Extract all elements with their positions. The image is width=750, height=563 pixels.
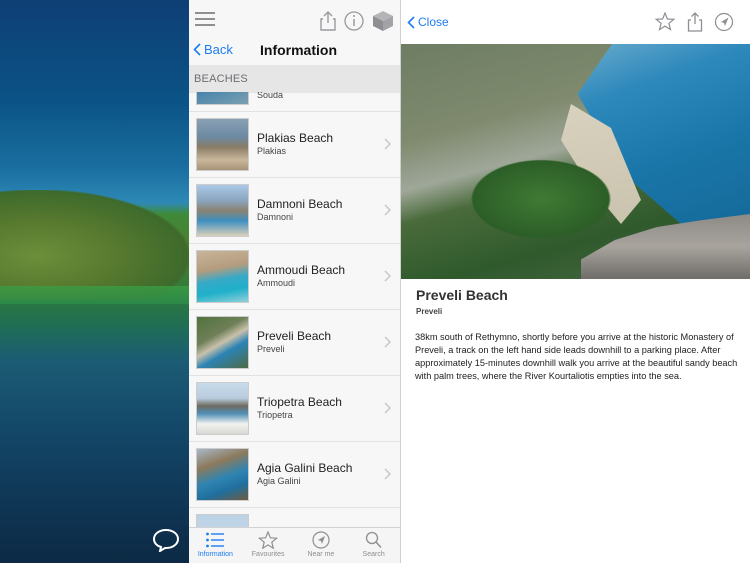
detail-description: 38km south of Rethymno, shortly before y… bbox=[415, 332, 738, 381]
item-title: Ammoudi Beach bbox=[257, 263, 346, 277]
list-item[interactable]: Agia Galini Beach Agia Galini bbox=[189, 442, 400, 508]
beach-thumbnail bbox=[196, 514, 249, 527]
location-icon[interactable] bbox=[714, 12, 734, 32]
tab-label: Favourites bbox=[251, 551, 285, 558]
hill-shape bbox=[0, 190, 189, 300]
tab-label: Information bbox=[197, 551, 233, 558]
tab-near-me[interactable]: Near me bbox=[295, 528, 348, 563]
close-label: Close bbox=[418, 15, 449, 29]
item-title: Damnoni Beach bbox=[257, 197, 343, 211]
share-icon[interactable] bbox=[317, 10, 339, 32]
item-subtitle: Triopetra bbox=[257, 410, 293, 420]
background-scenery bbox=[0, 0, 189, 563]
list-item[interactable]: Preveli Beach Preveli bbox=[189, 310, 400, 376]
list-item[interactable]: Plakias Beach Plakias bbox=[189, 112, 400, 178]
list-item[interactable]: Souda bbox=[189, 92, 400, 112]
hero-trees bbox=[461, 154, 621, 244]
star-icon[interactable] bbox=[655, 12, 675, 32]
beach-thumbnail bbox=[196, 382, 249, 435]
chevron-right-icon bbox=[384, 468, 391, 480]
beach-thumbnail bbox=[196, 184, 249, 237]
search-icon bbox=[365, 531, 382, 549]
list-panel: Back Information BEACHES Souda Plakias B… bbox=[189, 0, 401, 563]
tab-bar: Information Favourites Near me Search bbox=[189, 527, 400, 563]
beach-list: Souda Plakias Beach Plakias Damnoni Beac… bbox=[189, 92, 400, 527]
chevron-right-icon bbox=[384, 336, 391, 348]
item-title: Triopetra Beach bbox=[257, 395, 342, 409]
tab-label: Near me bbox=[307, 551, 335, 558]
list-item[interactable]: Triopetra Beach Triopetra bbox=[189, 376, 400, 442]
list-item[interactable]: Damnoni Beach Damnoni bbox=[189, 178, 400, 244]
tab-search[interactable]: Search bbox=[347, 528, 400, 563]
list-item[interactable] bbox=[189, 508, 400, 527]
beach-thumbnail bbox=[196, 92, 249, 105]
detail-title: Preveli Beach bbox=[416, 287, 508, 303]
tab-favourites[interactable]: Favourites bbox=[242, 528, 295, 563]
item-subtitle: Plakias bbox=[257, 146, 287, 156]
shoreline bbox=[0, 286, 189, 304]
info-icon[interactable] bbox=[343, 10, 365, 32]
share-icon[interactable] bbox=[685, 12, 705, 32]
list-item[interactable]: Ammoudi Beach Ammoudi bbox=[189, 244, 400, 310]
cube-icon[interactable] bbox=[371, 9, 395, 33]
beach-thumbnail bbox=[196, 448, 249, 501]
detail-panel: Close Preveli Beach Preveli 38km south o… bbox=[401, 0, 750, 563]
star-icon bbox=[258, 531, 279, 549]
tab-information[interactable]: Information bbox=[189, 528, 242, 563]
chevron-right-icon bbox=[384, 270, 391, 282]
chevron-right-icon bbox=[384, 204, 391, 216]
beach-thumbnail bbox=[196, 118, 249, 171]
chat-bubble-icon[interactable] bbox=[152, 528, 180, 552]
item-title: Agia Galini Beach bbox=[257, 461, 353, 475]
item-subtitle: Agia Galini bbox=[257, 476, 301, 486]
section-header: BEACHES bbox=[189, 65, 400, 93]
page-title: Information bbox=[260, 42, 337, 58]
item-title: Plakias Beach bbox=[257, 131, 334, 145]
beach-thumbnail bbox=[196, 250, 249, 303]
chevron-right-icon bbox=[384, 402, 391, 414]
item-subtitle: Ammoudi bbox=[257, 278, 296, 288]
tab-label: Search bbox=[362, 551, 385, 558]
detail-toolbar: Close bbox=[401, 0, 750, 44]
item-subtitle: Preveli bbox=[257, 344, 285, 354]
item-subtitle: Damnoni bbox=[257, 212, 294, 222]
item-subtitle: Souda bbox=[257, 92, 284, 100]
close-button[interactable]: Close bbox=[407, 15, 449, 29]
list-toolbar bbox=[189, 0, 400, 42]
list-icon bbox=[206, 532, 225, 548]
beach-hero-image bbox=[401, 44, 750, 279]
beach-thumbnail bbox=[196, 316, 249, 369]
chevron-right-icon bbox=[384, 138, 391, 150]
menu-icon[interactable] bbox=[195, 12, 215, 26]
nav-bar: Back Information bbox=[189, 42, 400, 62]
detail-subtitle: Preveli bbox=[416, 307, 443, 316]
chevron-left-icon bbox=[407, 15, 415, 29]
item-title: Preveli Beach bbox=[257, 329, 332, 343]
location-icon bbox=[312, 531, 330, 549]
